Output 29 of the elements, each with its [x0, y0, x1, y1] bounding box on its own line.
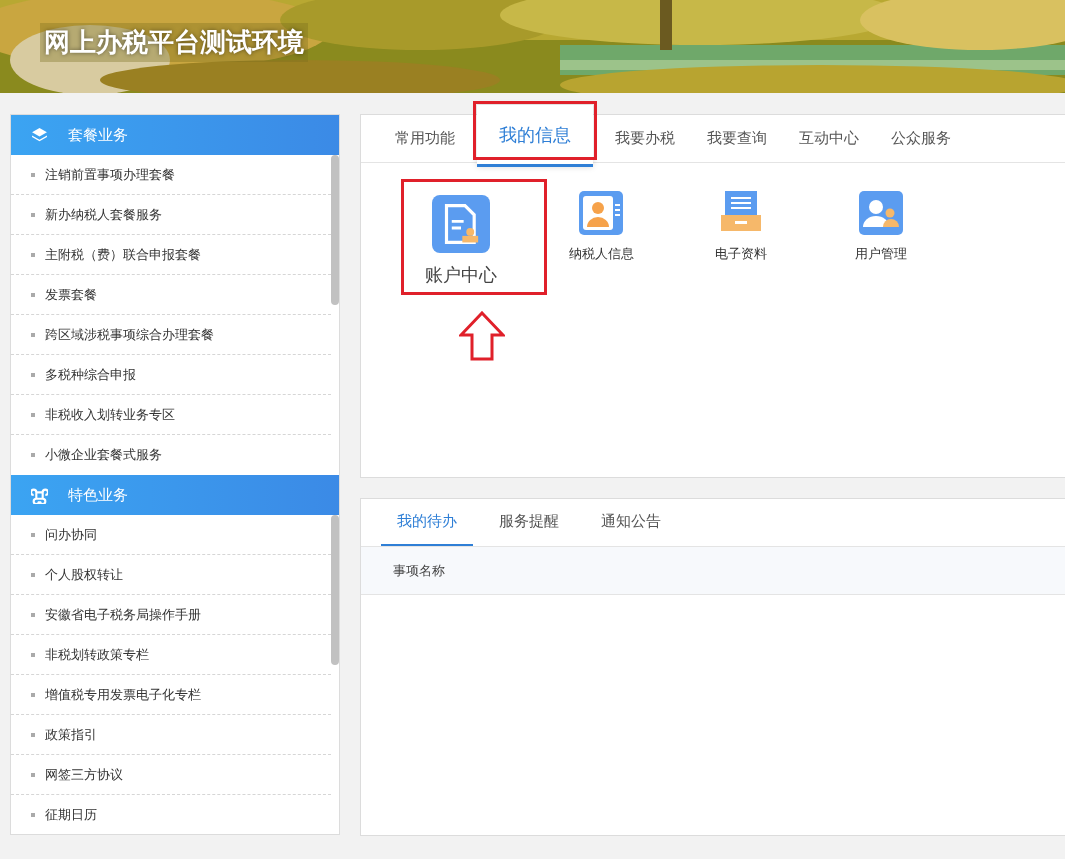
sidebar-item[interactable]: 政策指引 — [11, 715, 331, 755]
id-card-icon — [579, 191, 623, 235]
sidebar-item[interactable]: 征期日历 — [11, 795, 331, 835]
column-header: 事项名称 — [393, 561, 445, 580]
sidebar-item[interactable]: 非税收入划转业务专区 — [11, 395, 331, 435]
tab[interactable]: 我要查询 — [691, 115, 783, 162]
app-shortcut[interactable]: 账户中心 — [425, 195, 497, 287]
tab[interactable]: 服务提醒 — [483, 499, 575, 546]
layers-icon — [31, 126, 48, 144]
sidebar-item[interactable]: 网签三方协议 — [11, 755, 331, 795]
tab[interactable]: 公众服务 — [875, 115, 967, 162]
app-shortcut[interactable]: 纳税人信息 — [568, 191, 634, 287]
sidebar-item[interactable]: 跨区域涉税事项综合办理套餐 — [11, 315, 331, 355]
users-icon — [859, 191, 903, 235]
sidebar-item[interactable]: 多税种综合申报 — [11, 355, 331, 395]
tab[interactable]: 我要办税 — [599, 115, 691, 162]
app-shortcut[interactable]: 电子资料 — [715, 191, 767, 287]
up-arrow-icon — [459, 311, 505, 361]
command-icon — [31, 486, 48, 504]
sidebar-item[interactable]: 增值税专用发票电子化专栏 — [11, 675, 331, 715]
tab[interactable]: 通知公告 — [585, 499, 677, 546]
app-shortcut[interactable]: 用户管理 — [855, 191, 907, 287]
section-title: 特色业务 — [68, 485, 128, 505]
sidebar-item[interactable]: 小微企业套餐式服务 — [11, 435, 331, 475]
tab[interactable]: 常用功能 — [379, 115, 471, 162]
site-title: 网上办税平台测试环境 — [40, 23, 308, 62]
tab[interactable]: 我的信息 — [477, 105, 593, 167]
tab[interactable]: 互动中心 — [783, 115, 875, 162]
section-title: 套餐业务 — [68, 125, 128, 145]
